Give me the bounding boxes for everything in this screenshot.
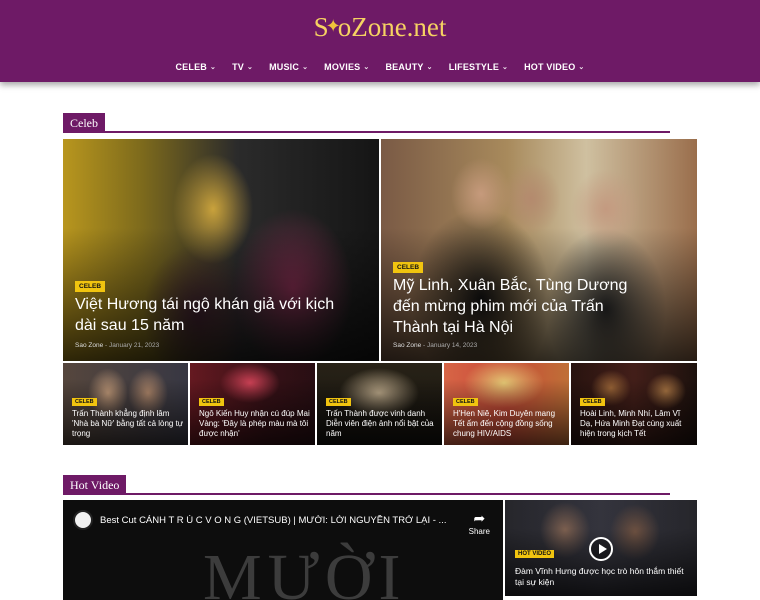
- play-icon[interactable]: [589, 537, 613, 561]
- main-nav: CELEB ⌄ TV ⌄ MUSIC ⌄ MOVIES ⌄ BEAUTY ⌄ LIFEST…: [0, 62, 760, 72]
- small-post-4[interactable]: CELEB H'Hen Niê, Kim Duyên mang Tết ấm đ…: [444, 363, 569, 445]
- small-post-title[interactable]: Trấn Thành khẳng định lâm 'Nhà bà Nữ' bằ…: [72, 409, 184, 439]
- nav-item-celeb[interactable]: CELEB ⌄: [167, 62, 224, 72]
- chevron-down-icon: ⌄: [578, 64, 585, 71]
- nav-item-music[interactable]: MUSIC ⌄: [261, 62, 316, 72]
- small-post-title[interactable]: Ngô Kiến Huy nhận cú đúp Mai Vàng: 'Đây …: [199, 409, 311, 439]
- share-button[interactable]: ➦ Share: [469, 510, 490, 536]
- nav-label: LIFESTYLE: [448, 62, 500, 72]
- section-title-hot-video[interactable]: Hot Video: [63, 475, 127, 495]
- logo-text-end: oZone.net: [337, 12, 447, 42]
- nav-item-beauty[interactable]: BEAUTY ⌄: [377, 62, 440, 72]
- chevron-down-icon: ⌄: [210, 64, 217, 71]
- channel-avatar[interactable]: [73, 510, 93, 530]
- share-label: Share: [468, 527, 490, 536]
- chevron-down-icon: ⌄: [302, 64, 309, 71]
- post-author[interactable]: Sao Zone: [75, 342, 103, 349]
- video-poster-text: MƯỜI: [203, 541, 407, 600]
- chevron-down-icon: ⌄: [426, 64, 433, 71]
- logo-star-icon: ✦: [325, 16, 341, 36]
- category-badge[interactable]: CELEB: [72, 398, 97, 406]
- post-author[interactable]: Sao Zone: [393, 342, 421, 349]
- post-meta: Sao Zone - January 21, 2023: [75, 342, 159, 349]
- nav-label: BEAUTY: [385, 62, 424, 72]
- nav-item-movies[interactable]: MOVIES ⌄: [316, 62, 377, 72]
- featured-title-1[interactable]: Việt Hương tái ngộ khán giả với kịch dài…: [75, 294, 335, 336]
- site-header: S✦oZone.net CELEB ⌄ TV ⌄ MUSIC ⌄ MOVIES ⌄ BE…: [0, 0, 760, 82]
- nav-label: HOT VIDEO: [524, 62, 576, 72]
- small-post-3[interactable]: CELEB Trấn Thành được vinh danh Diễn viê…: [317, 363, 442, 445]
- small-post-1[interactable]: CELEB Trấn Thành khẳng định lâm 'Nhà bà …: [63, 363, 188, 445]
- chevron-down-icon: ⌄: [246, 64, 254, 71]
- category-badge[interactable]: CELEB: [393, 262, 424, 273]
- category-badge[interactable]: CELEB: [75, 281, 106, 292]
- nav-label: MOVIES: [324, 62, 361, 72]
- featured-post-1[interactable]: CELEB Việt Hương tái ngộ khán giả với kị…: [63, 139, 379, 361]
- video-player-main[interactable]: MƯỜI Best Cut CẢNH T R Ú C V O N G (VIET…: [63, 500, 503, 600]
- video-side-title[interactable]: Đàm Vĩnh Hưng được học trò hôn thắm thiế…: [515, 566, 690, 588]
- video-title[interactable]: Best Cut CẢNH T R Ú C V O N G (VIETSUB) …: [100, 515, 460, 526]
- site-logo[interactable]: S✦oZone.net: [0, 12, 760, 43]
- chevron-down-icon: ⌄: [502, 64, 509, 71]
- nav-label: MUSIC: [269, 62, 300, 72]
- category-badge[interactable]: CELEB: [453, 398, 478, 406]
- featured-post-2[interactable]: CELEB Mỹ Linh, Xuân Bắc, Tùng Dương đến …: [381, 139, 697, 361]
- small-post-title[interactable]: Hoài Linh, Minh Nhí, Lâm Vĩ Dạ, Hứa Minh…: [580, 409, 692, 439]
- share-icon: ➦: [473, 510, 486, 526]
- section-header-hot-video: Hot Video: [63, 475, 670, 495]
- nav-item-hot-video[interactable]: HOT VIDEO ⌄: [516, 62, 592, 72]
- nav-item-lifestyle[interactable]: LIFESTYLE ⌄: [441, 62, 516, 72]
- chevron-down-icon: ⌄: [363, 64, 370, 71]
- category-badge[interactable]: CELEB: [326, 398, 351, 406]
- separator: -: [105, 342, 108, 349]
- video-card-side[interactable]: HOT VIDEO Đàm Vĩnh Hưng được học trò hôn…: [505, 500, 697, 596]
- separator: -: [423, 342, 426, 349]
- section-header-celeb: Celeb: [63, 113, 670, 133]
- small-post-2[interactable]: CELEB Ngô Kiến Huy nhận cú đúp Mai Vàng:…: [190, 363, 315, 445]
- category-badge[interactable]: CELEB: [580, 398, 605, 406]
- post-date: January 14, 2023: [426, 342, 478, 349]
- small-post-title[interactable]: H'Hen Niê, Kim Duyên mang Tết ấm đến cộn…: [453, 409, 565, 439]
- category-badge[interactable]: HOT VIDEO: [515, 550, 555, 558]
- section-title-celeb[interactable]: Celeb: [63, 113, 105, 133]
- featured-title-2[interactable]: Mỹ Linh, Xuân Bắc, Tùng Dương đến mừng p…: [393, 275, 633, 338]
- category-badge[interactable]: CELEB: [199, 398, 224, 406]
- nav-label: TV: [232, 62, 244, 72]
- small-post-5[interactable]: CELEB Hoài Linh, Minh Nhí, Lâm Vĩ Dạ, Hứ…: [571, 363, 697, 445]
- nav-label: CELEB: [175, 62, 207, 72]
- post-meta: Sao Zone - January 14, 2023: [393, 342, 477, 349]
- nav-item-tv[interactable]: TV ⌄: [224, 62, 261, 72]
- post-date: January 21, 2023: [108, 342, 160, 349]
- small-post-title[interactable]: Trấn Thành được vinh danh Diễn viên điện…: [326, 409, 438, 439]
